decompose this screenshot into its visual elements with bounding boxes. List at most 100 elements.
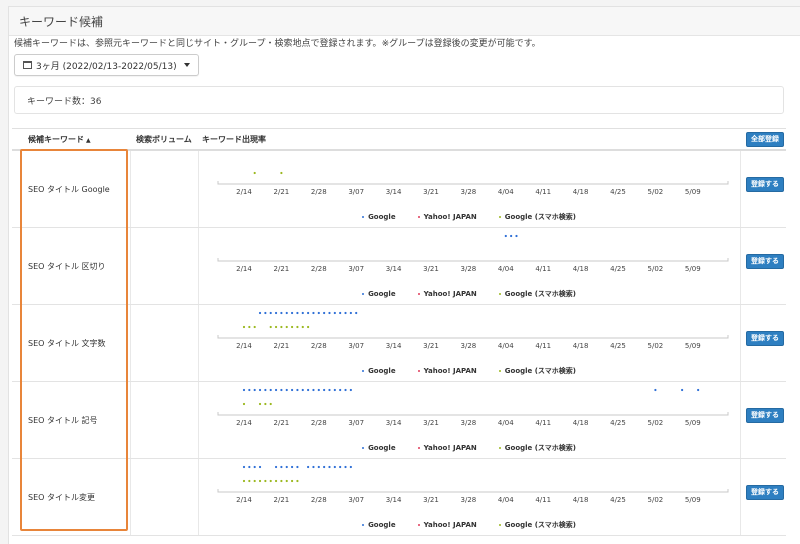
google-dot: [296, 465, 299, 469]
google-dot: [242, 388, 246, 392]
google-dot: [248, 465, 251, 469]
register-all-button[interactable]: 全部登録: [746, 132, 784, 147]
mobile-dot: [242, 479, 246, 483]
legend-google-mobile[interactable]: Google (スマホ検索): [498, 520, 576, 530]
legend-google-mobile[interactable]: Google (スマホ検索): [498, 366, 576, 376]
google-dot: [274, 465, 278, 469]
legend-marker: [362, 216, 365, 218]
mobile-dot: [280, 171, 283, 175]
x-tick-label: 4/04: [498, 342, 514, 350]
chart-svg: 2/14 2/21 2/28 3/07 3/14 3/21 3/28 4/04 4/11 4/18…: [217, 234, 729, 273]
google-dot: [317, 311, 320, 315]
x-tick-label: 5/09: [685, 496, 701, 504]
x-tick-label: 5/02: [648, 342, 664, 350]
x-tick-label: 2/14: [236, 342, 252, 350]
mobile-dot: [307, 325, 310, 329]
legend-marker: [417, 447, 420, 449]
google-dot: [269, 388, 272, 392]
x-axis: [217, 181, 729, 185]
google-dot: [280, 311, 283, 315]
keyword-cell: SEO タイトル 区切り: [28, 228, 106, 304]
google-dot: [258, 311, 262, 315]
legend-marker: [498, 216, 501, 218]
x-tick-label: 4/11: [535, 188, 551, 196]
register-button[interactable]: 登録する: [746, 177, 784, 192]
appearance-chart: 2/14 2/21 2/28 3/07 3/14 3/21 3/28 4/04 4/11 4/18…: [202, 382, 736, 458]
legend-marker: [362, 447, 365, 449]
mobile-dot: [280, 325, 283, 329]
legend-google-mobile[interactable]: Google (スマホ検索): [498, 289, 576, 299]
table-row: SEO タイトル 区切り 2/14 2/21 2/28 3/07 3/14 3/21 3/28…: [12, 228, 786, 305]
mobile-dot: [248, 479, 251, 483]
google-dot: [344, 388, 347, 392]
google-dot: [344, 465, 347, 469]
x-tick-label: 4/25: [610, 265, 626, 273]
google-dot: [301, 311, 304, 315]
google-dot: [307, 465, 310, 469]
mobile-dot: [301, 325, 304, 329]
register-button[interactable]: 登録する: [746, 331, 784, 346]
google-dot: [323, 388, 326, 392]
keyword-cell: SEO タイトル 文字数: [28, 305, 106, 381]
keyword-label: SEO タイトル 区切り: [28, 261, 106, 271]
register-button[interactable]: 登録する: [746, 408, 784, 423]
google-dot: [344, 311, 347, 315]
chart-legend: Google Yahoo! JAPAN Google (スマホ検索): [202, 289, 736, 299]
legend-yahoo[interactable]: Yahoo! JAPAN: [417, 520, 477, 530]
legend-google-mobile[interactable]: Google (スマホ検索): [498, 443, 576, 453]
header-volume: 検索ボリューム: [136, 134, 192, 144]
google-dot: [697, 388, 700, 392]
register-button[interactable]: 登録する: [746, 254, 784, 269]
x-tick-label: 5/09: [685, 419, 701, 427]
mobile-dot: [258, 479, 262, 483]
chart-svg: 2/14 2/21 2/28 3/07 3/14 3/21 3/28 4/04 4/11 4/18…: [217, 465, 729, 504]
legend-yahoo[interactable]: Yahoo! JAPAN: [417, 443, 477, 453]
legend-google[interactable]: Google: [362, 366, 396, 376]
google-dot: [280, 388, 283, 392]
google-dot: [290, 388, 294, 392]
x-tick-label: 5/09: [685, 265, 701, 273]
date-range-dropdown[interactable]: 3ヶ月 (2022/02/13-2022/05/13): [14, 54, 199, 76]
google-dot: [323, 465, 326, 469]
col-divider: [130, 151, 131, 227]
col-divider: [740, 151, 741, 227]
col-divider: [130, 305, 131, 381]
header-keyword[interactable]: 候補キーワード ▲: [28, 134, 91, 145]
google-dot: [654, 388, 657, 392]
legend-marker: [362, 293, 365, 295]
x-tick-label: 3/14: [386, 342, 402, 350]
col-divider: [198, 151, 199, 227]
x-tick-label: 5/09: [685, 342, 701, 350]
legend-yahoo[interactable]: Yahoo! JAPAN: [417, 366, 477, 376]
col-divider: [130, 459, 131, 535]
legend-google[interactable]: Google: [362, 212, 396, 222]
legend-yahoo[interactable]: Yahoo! JAPAN: [417, 289, 477, 299]
legend-google-mobile[interactable]: Google (スマホ検索): [498, 212, 576, 222]
google-dot: [317, 465, 320, 469]
chart-legend: Google Yahoo! JAPAN Google (スマホ検索): [202, 212, 736, 222]
register-button[interactable]: 登録する: [746, 485, 784, 500]
x-tick-label: 3/21: [423, 188, 439, 196]
legend-google[interactable]: Google: [362, 289, 396, 299]
legend-marker: [417, 524, 420, 526]
google-dot: [274, 311, 278, 315]
calendar-icon: [23, 61, 32, 69]
mobile-dot: [285, 479, 288, 483]
x-tick-label: 4/04: [498, 496, 514, 504]
x-tick-label: 4/18: [573, 419, 589, 427]
col-divider: [740, 228, 741, 304]
keyword-label: SEO タイトル Google: [28, 184, 110, 194]
x-tick-label: 5/02: [648, 188, 664, 196]
google-dot: [258, 388, 262, 392]
mobile-dot: [253, 325, 256, 329]
keyword-label: SEO タイトル変更: [28, 492, 95, 502]
legend-marker: [362, 524, 365, 526]
google-dot: [349, 311, 352, 315]
x-tick-label: 3/28: [461, 342, 477, 350]
legend-google[interactable]: Google: [362, 443, 396, 453]
x-tick-label: 3/21: [423, 496, 439, 504]
chart-legend: Google Yahoo! JAPAN Google (スマホ検索): [202, 366, 736, 376]
legend-google[interactable]: Google: [362, 520, 396, 530]
x-tick-label: 4/18: [573, 342, 589, 350]
legend-yahoo[interactable]: Yahoo! JAPAN: [417, 212, 477, 222]
